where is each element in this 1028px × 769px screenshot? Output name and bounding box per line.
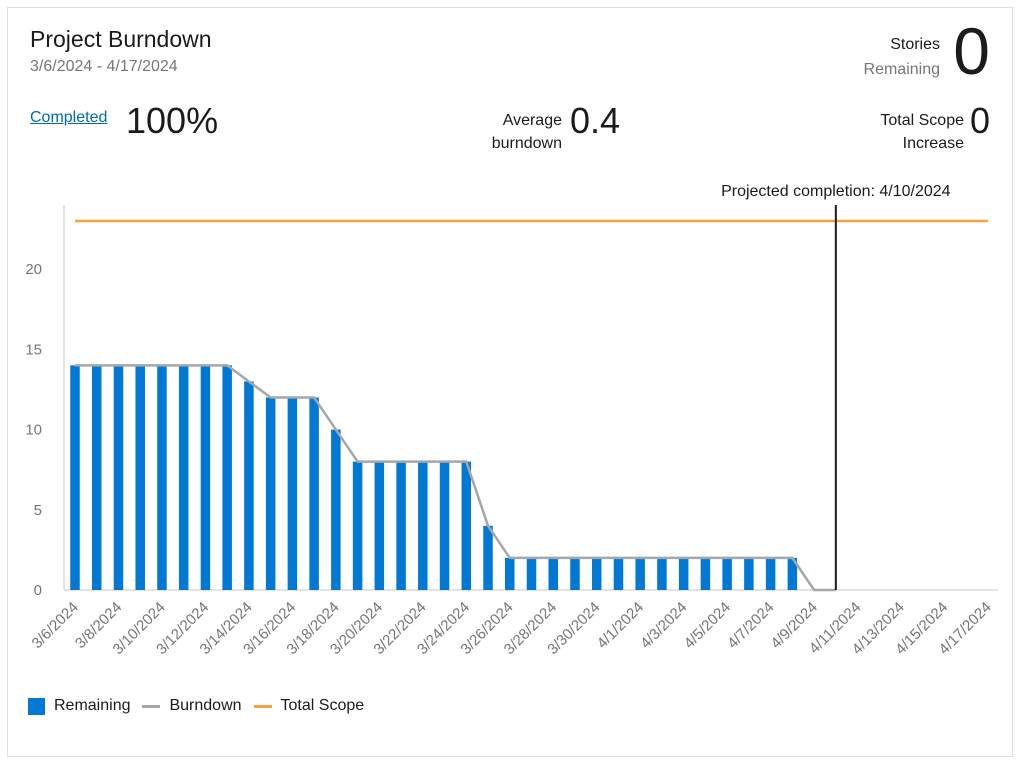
remaining-bar [657,557,667,590]
remaining-bar [678,557,689,590]
remaining-bar [635,557,645,590]
remaining-bar [287,397,298,590]
remaining-bar [461,461,472,590]
legend-item: Remaining [28,697,130,715]
remaining-bar [222,365,232,590]
remaining-bar [331,429,341,590]
burndown-chart: 051015203/6/20243/8/20243/10/20243/12/20… [25,183,998,658]
y-tick-label: 5 [34,502,42,519]
x-tick-label: 4/5/2024 [681,599,734,652]
projected-completion-label: Projected completion: 4/10/2024 [721,183,951,200]
legend-swatch [28,697,45,715]
remaining-bar [113,365,124,590]
remaining-bar [309,397,319,590]
legend-swatch [253,704,272,708]
remaining-bar [265,397,276,590]
legend-swatch [142,704,161,708]
remaining-bar [418,461,428,590]
remaining-bar [70,365,80,590]
remaining-bar [744,557,754,590]
remaining-bar [135,365,145,590]
y-tick-label: 0 [34,582,42,599]
remaining-bar [352,461,363,590]
legend-label: Remaining [54,697,131,714]
remaining-bar [200,365,211,590]
y-tick-label: 10 [25,422,42,439]
y-tick-label: 20 [25,261,42,278]
legend-label: Burndown [169,697,242,714]
y-tick-label: 15 [25,341,42,358]
remaining-bar [483,525,493,590]
legend-item: Burndown [142,697,242,715]
remaining-bar [548,557,558,590]
x-tick-label: 4/3/2024 [637,599,690,652]
x-tick-label: 3/6/2024 [29,599,82,652]
x-tick-label: 4/1/2024 [594,599,647,652]
remaining-bar [765,557,776,590]
legend-item: Total Scope [253,697,365,715]
remaining-bar [244,381,254,590]
remaining-bar [439,461,450,590]
remaining-bar [157,365,167,590]
remaining-bar [700,557,711,590]
remaining-bar [613,557,624,590]
remaining-bar [505,557,515,590]
remaining-bar [374,461,385,590]
remaining-bar [570,557,580,590]
remaining-bar [178,365,189,590]
remaining-bar [91,365,102,590]
legend-label: Total Scope [280,697,365,714]
remaining-bar [591,557,602,590]
burndown-line [75,364,836,592]
remaining-bar [722,557,732,590]
remaining-bar [396,461,406,590]
remaining-bar [526,557,537,590]
x-tick-label: 4/7/2024 [724,599,777,652]
chart-legend: Remaining Burndown Total Scope [28,697,376,715]
